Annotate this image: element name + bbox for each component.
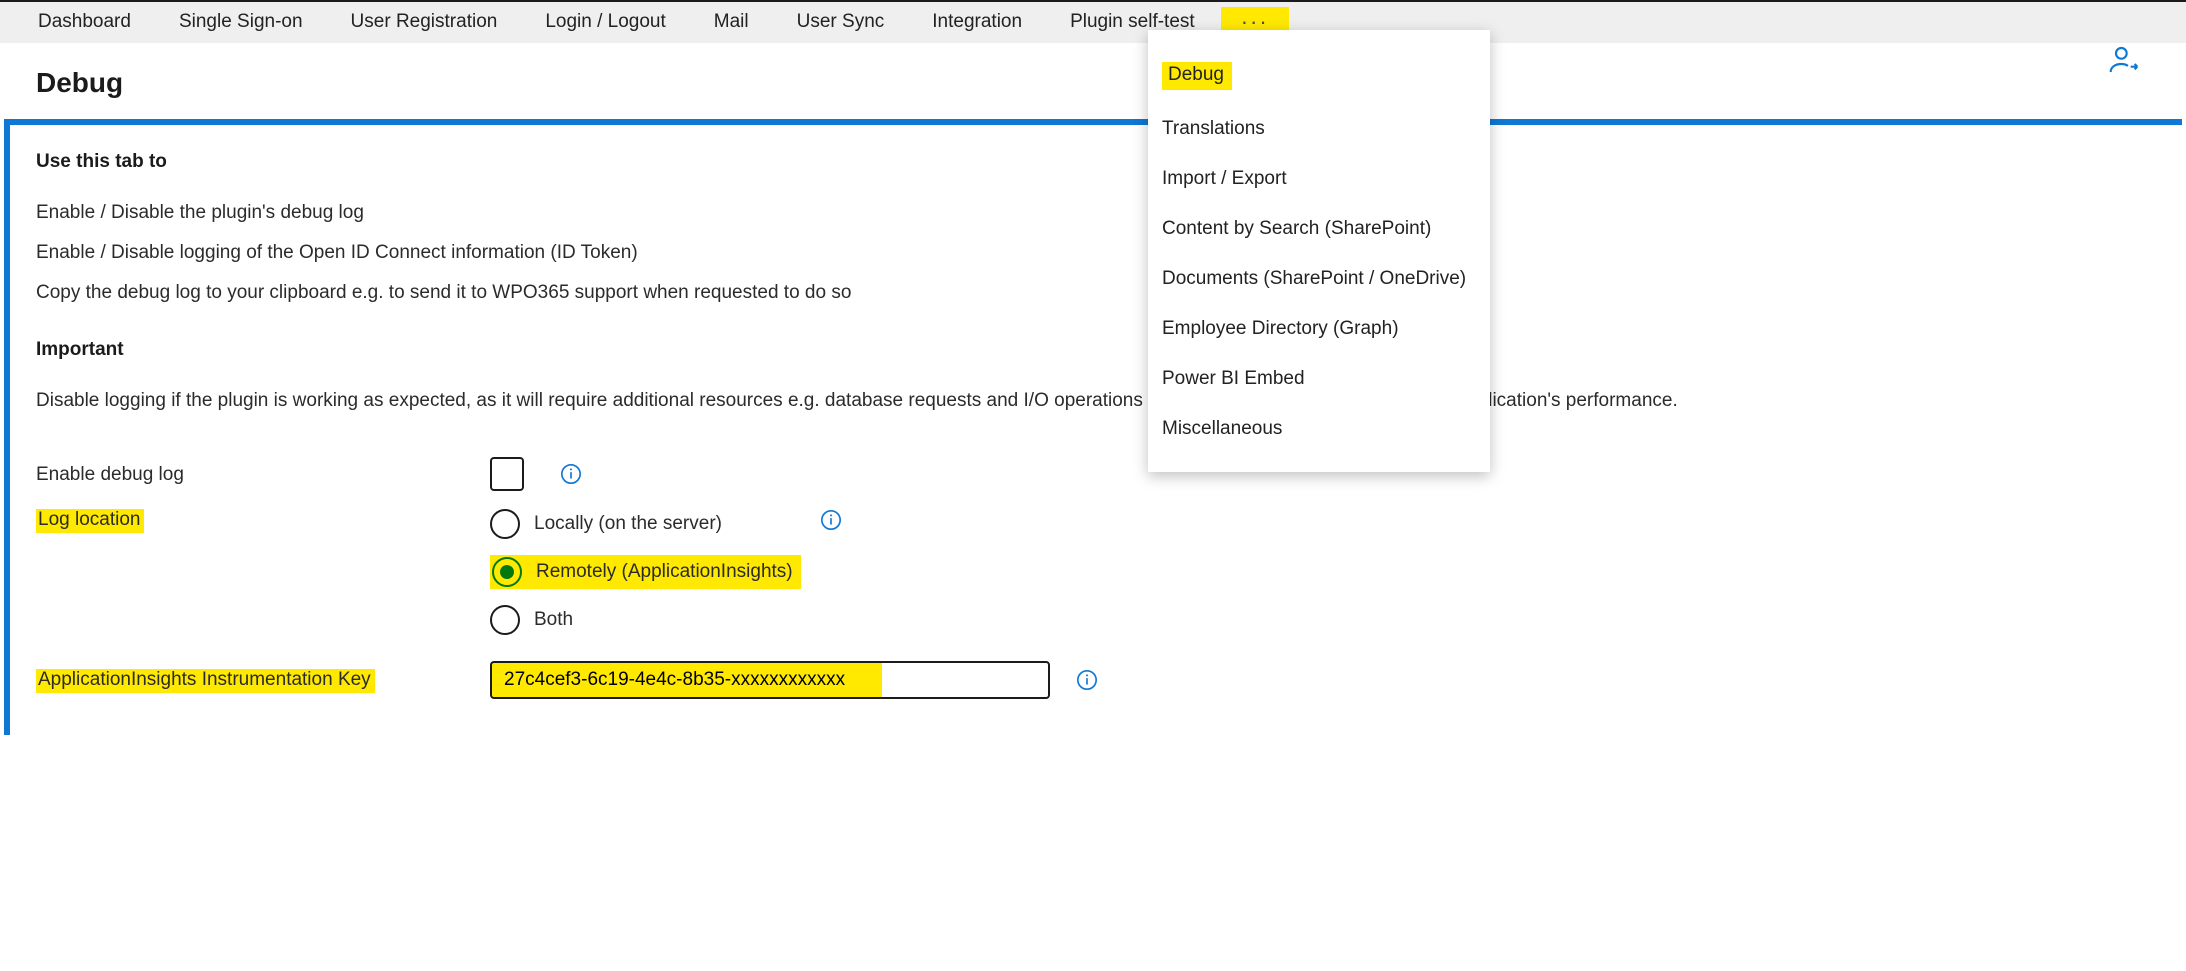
dropdown-item-label: Translations [1162,118,1265,140]
radio-label: Both [534,609,573,631]
radio-both[interactable]: Both [490,605,820,635]
info-icon[interactable] [820,509,842,531]
dropdown-item-import-export[interactable]: Import / Export [1148,154,1490,204]
radio-icon [490,509,520,539]
radio-remotely[interactable]: Remotely (ApplicationInsights) [490,555,820,589]
radio-locally[interactable]: Locally (on the server) [490,509,820,539]
log-location-label: Log location [36,509,144,533]
enable-debug-label: Enable debug log [36,462,490,486]
info-icon[interactable] [1076,669,1098,691]
dropdown-item-content-by-search[interactable]: Content by Search (SharePoint) [1148,204,1490,254]
important-heading: Important [36,339,2156,361]
tab-login-logout[interactable]: Login / Logout [521,7,689,37]
row-enable-debug: Enable debug log [36,457,2156,491]
dropdown-item-power-bi-embed[interactable]: Power BI Embed [1148,354,1490,404]
dropdown-item-miscellaneous[interactable]: Miscellaneous [1148,404,1490,454]
dropdown-item-label: Content by Search (SharePoint) [1162,218,1431,240]
use-this-tab-heading: Use this tab to [36,151,2156,173]
instrumentation-key-input[interactable] [490,661,1050,699]
dropdown-item-documents[interactable]: Documents (SharePoint / OneDrive) [1148,254,1490,304]
user-switch-icon[interactable] [2108,44,2140,81]
radio-label: Remotely (ApplicationInsights) [536,561,793,583]
tab-strip: Dashboard Single Sign-on User Registrati… [0,2,2186,42]
page-header: Debug [0,43,2186,119]
important-text: Disable logging if the plugin is working… [36,383,2156,419]
radio-label: Locally (on the server) [534,513,722,535]
dropdown-item-label: Import / Export [1162,168,1287,190]
more-tabs-dropdown: Debug Translations Import / Export Conte… [1148,30,1490,472]
dropdown-item-label: Power BI Embed [1162,368,1305,390]
dropdown-item-label: Debug [1162,62,1232,90]
dropdown-item-debug[interactable]: Debug [1148,48,1490,104]
dropdown-item-label: Employee Directory (Graph) [1162,318,1399,340]
tab-mail[interactable]: Mail [690,7,773,37]
intro-line-1: Enable / Disable the plugin's debug log [36,195,2156,231]
debug-form: Enable debug log Log location [36,457,2156,699]
row-log-location: Log location Locally (on the server) Rem… [36,507,2156,635]
row-instrumentation-key: ApplicationInsights Instrumentation Key [36,661,2156,699]
instrumentation-key-label: ApplicationInsights Instrumentation Key [36,669,375,693]
top-nav: Dashboard Single Sign-on User Registrati… [0,0,2186,43]
dropdown-item-label: Miscellaneous [1162,418,1282,440]
intro-line-2: Enable / Disable logging of the Open ID … [36,235,2156,271]
tab-user-sync[interactable]: User Sync [773,7,909,37]
tab-dashboard[interactable]: Dashboard [14,7,155,37]
dropdown-item-translations[interactable]: Translations [1148,104,1490,154]
radio-icon [490,605,520,635]
page-title: Debug [36,67,123,98]
tab-integration[interactable]: Integration [908,7,1046,37]
dropdown-item-employee-directory[interactable]: Employee Directory (Graph) [1148,304,1490,354]
info-icon[interactable] [560,463,582,485]
radio-icon [492,557,522,587]
dropdown-item-label: Documents (SharePoint / OneDrive) [1162,268,1466,290]
enable-debug-checkbox[interactable] [490,457,524,491]
log-location-radios: Locally (on the server) Remotely (Applic… [490,507,820,635]
debug-panel: Use this tab to Enable / Disable the plu… [4,119,2182,735]
tab-user-registration[interactable]: User Registration [327,7,522,37]
tab-sso[interactable]: Single Sign-on [155,7,327,37]
intro-line-3: Copy the debug log to your clipboard e.g… [36,275,2156,311]
